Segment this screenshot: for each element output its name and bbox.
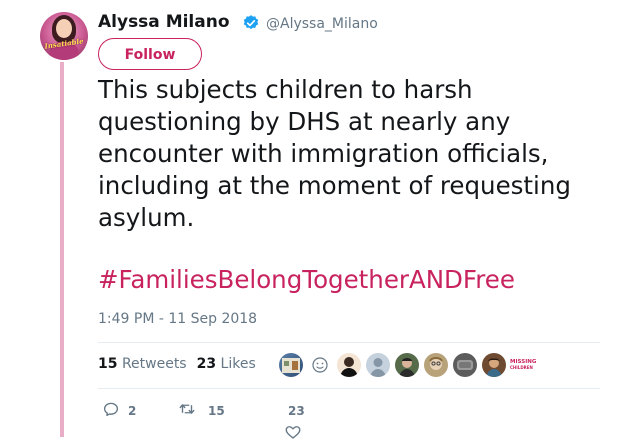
- reply-count: 2: [128, 404, 137, 418]
- author-name[interactable]: Alyssa Milano: [98, 12, 230, 32]
- liker-avatar-3[interactable]: [337, 353, 361, 377]
- engagement-stats: 15 Retweets 23 Likes: [98, 356, 256, 372]
- retweets-label: Retweets: [121, 356, 187, 372]
- liker-avatar-1[interactable]: [279, 353, 303, 377]
- tweet-timestamp[interactable]: 1:49 PM - 11 Sep 2018: [98, 311, 257, 327]
- retweet-icon[interactable]: [178, 400, 196, 418]
- thread-line: [60, 62, 64, 437]
- missing-badge-line2: CHILDREN: [510, 365, 533, 370]
- follow-button[interactable]: Follow: [98, 38, 202, 70]
- retweets-count: 15: [98, 356, 118, 372]
- author-handle[interactable]: @Alyssa_Milano: [266, 16, 378, 32]
- author-avatar[interactable]: Insatiable: [40, 12, 88, 60]
- liker-avatar-2[interactable]: [308, 353, 332, 377]
- reply-icon[interactable]: [102, 400, 120, 418]
- retweets-stat[interactable]: 15 Retweets: [98, 356, 187, 372]
- likes-stat[interactable]: 23 Likes: [197, 356, 256, 372]
- liker-avatar-4[interactable]: [366, 353, 390, 377]
- liker-avatar-7[interactable]: [453, 353, 477, 377]
- likes-count: 23: [196, 356, 217, 372]
- tweet-text: This subjects children to harsh question…: [98, 75, 571, 232]
- retweet-count: 15: [208, 404, 225, 418]
- liker-avatar-6[interactable]: [424, 353, 448, 377]
- divider: [98, 342, 600, 343]
- like-count: 23: [288, 404, 305, 418]
- verified-badge-icon: [243, 15, 259, 30]
- missing-children-badge[interactable]: MISSING CHILDREN: [510, 359, 536, 371]
- likes-label: Likes: [220, 356, 256, 372]
- liker-avatar-8[interactable]: [482, 353, 506, 377]
- hashtag-link[interactable]: #FamiliesBelongTogetherANDFree: [98, 264, 515, 296]
- liker-avatar-5[interactable]: [395, 353, 419, 377]
- divider: [98, 388, 600, 389]
